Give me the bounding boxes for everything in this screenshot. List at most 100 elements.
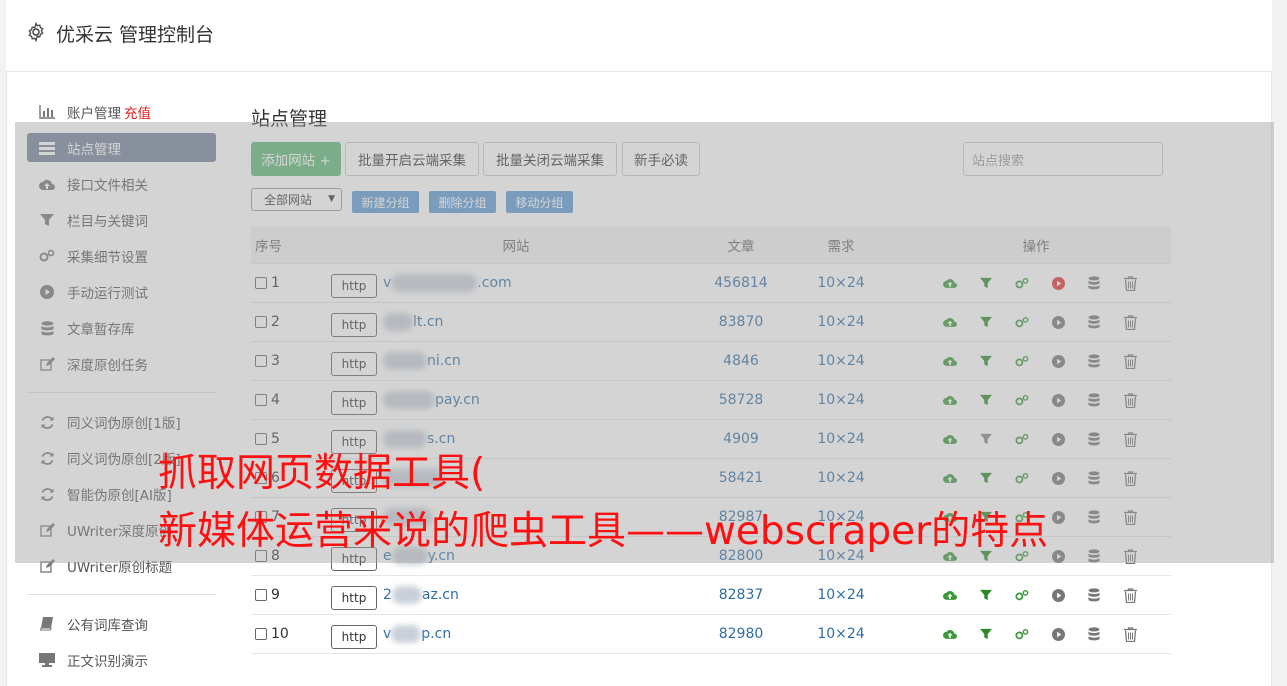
newbie-guide-button[interactable]: 新手必读	[622, 142, 700, 176]
trash-icon[interactable]	[1123, 392, 1137, 408]
play-circle-icon[interactable]	[1051, 354, 1065, 368]
play-circle-icon[interactable]	[1051, 510, 1065, 524]
demand-value[interactable]: 10×24	[781, 587, 901, 603]
site-domain[interactable]: 2 az.cn	[383, 586, 459, 604]
gear-icon[interactable]	[26, 22, 46, 42]
sidebar-item-group1-7[interactable]: 深度原创任务	[27, 346, 216, 382]
database-icon[interactable]	[1087, 510, 1101, 524]
sidebar-item-group3-0[interactable]: 公有词库查询	[27, 606, 216, 642]
sidebar-item-group1-1[interactable]: 站点管理	[27, 133, 216, 162]
article-count[interactable]: 58728	[701, 392, 781, 408]
database-icon[interactable]	[1087, 588, 1101, 602]
sidebar-item-group1-4[interactable]: 采集细节设置	[27, 238, 216, 274]
sidebar-item-group1-5[interactable]: 手动运行测试	[27, 274, 216, 310]
article-count[interactable]: 82980	[701, 626, 781, 642]
article-count[interactable]: 4909	[701, 431, 781, 447]
row-checkbox[interactable]	[255, 589, 267, 601]
article-count[interactable]: 456814	[701, 275, 781, 291]
filter-icon[interactable]	[979, 315, 993, 329]
play-circle-icon[interactable]	[1051, 432, 1065, 446]
http-badge[interactable]: http	[331, 312, 377, 337]
filter-icon[interactable]	[979, 276, 993, 290]
demand-value[interactable]: 10×24	[781, 353, 901, 369]
cloud-upload-icon[interactable]	[943, 354, 957, 368]
trash-icon[interactable]	[1123, 314, 1137, 330]
site-domain[interactable]: v p.cn	[383, 625, 451, 643]
database-icon[interactable]	[1087, 471, 1101, 485]
http-badge[interactable]: http	[331, 585, 377, 610]
gears-icon[interactable]	[1015, 471, 1029, 485]
site-domain[interactable]: lt.cn	[383, 313, 443, 331]
trash-icon[interactable]	[1123, 431, 1137, 447]
sidebar-item-group1-6[interactable]: 文章暂存库	[27, 310, 216, 346]
demand-value[interactable]: 10×24	[781, 392, 901, 408]
database-icon[interactable]	[1087, 393, 1101, 407]
new-group-button[interactable]: 新建分组	[352, 191, 419, 213]
move-group-button[interactable]: 移动分组	[506, 191, 573, 213]
trash-icon[interactable]	[1123, 275, 1137, 291]
row-checkbox[interactable]	[255, 277, 267, 289]
site-domain[interactable]: v .com	[383, 274, 512, 292]
gears-icon[interactable]	[1015, 588, 1029, 602]
database-icon[interactable]	[1087, 549, 1101, 563]
trash-icon[interactable]	[1123, 353, 1137, 369]
row-checkbox[interactable]	[255, 355, 267, 367]
cloud-upload-icon[interactable]	[943, 393, 957, 407]
row-checkbox[interactable]	[255, 316, 267, 328]
sidebar-item-group1-0[interactable]: 账户管理 充值	[27, 94, 216, 130]
gears-icon[interactable]	[1015, 627, 1029, 641]
gears-icon[interactable]	[1015, 432, 1029, 446]
gears-icon[interactable]	[1015, 315, 1029, 329]
cloud-upload-icon[interactable]	[943, 432, 957, 446]
play-circle-icon[interactable]	[1051, 276, 1065, 290]
trash-icon[interactable]	[1123, 587, 1137, 603]
sidebar-item-group2-0[interactable]: 同义词伪原创[1版]	[27, 404, 216, 440]
filter-icon[interactable]	[979, 471, 993, 485]
sidebar-item-group1-2[interactable]: 接口文件相关	[27, 166, 216, 202]
database-icon[interactable]	[1087, 354, 1101, 368]
play-circle-icon[interactable]	[1051, 393, 1065, 407]
gears-icon[interactable]	[1015, 393, 1029, 407]
row-checkbox[interactable]	[255, 394, 267, 406]
demand-value[interactable]: 10×24	[781, 431, 901, 447]
http-badge[interactable]: http	[331, 351, 377, 376]
play-circle-icon[interactable]	[1051, 588, 1065, 602]
article-count[interactable]: 4846	[701, 353, 781, 369]
cloud-upload-icon[interactable]	[943, 276, 957, 290]
database-icon[interactable]	[1087, 276, 1101, 290]
add-site-button[interactable]: 添加网站 +	[251, 142, 341, 176]
filter-icon[interactable]	[979, 588, 993, 602]
cloud-upload-icon[interactable]	[943, 627, 957, 641]
trash-icon[interactable]	[1123, 626, 1137, 642]
play-circle-icon[interactable]	[1051, 627, 1065, 641]
play-circle-icon[interactable]	[1051, 315, 1065, 329]
batch-enable-cloud-button[interactable]: 批量开启云端采集	[345, 142, 479, 176]
site-domain[interactable]: ni.cn	[383, 352, 461, 370]
trash-icon[interactable]	[1123, 509, 1137, 525]
recharge-link[interactable]: 充值	[124, 102, 151, 122]
cloud-upload-icon[interactable]	[943, 588, 957, 602]
database-icon[interactable]	[1087, 432, 1101, 446]
row-checkbox[interactable]	[255, 628, 267, 640]
http-badge[interactable]: http	[331, 390, 377, 415]
batch-disable-cloud-button[interactable]: 批量关闭云端采集	[483, 142, 617, 176]
filter-icon[interactable]	[979, 432, 993, 446]
filter-icon[interactable]	[979, 627, 993, 641]
filter-icon[interactable]	[979, 393, 993, 407]
sidebar-item-group1-3[interactable]: 栏目与关键词	[27, 202, 216, 238]
gears-icon[interactable]	[1015, 354, 1029, 368]
demand-value[interactable]: 10×24	[781, 275, 901, 291]
trash-icon[interactable]	[1123, 548, 1137, 564]
gears-icon[interactable]	[1015, 276, 1029, 290]
site-domain[interactable]: pay.cn	[383, 391, 480, 409]
article-count[interactable]: 82837	[701, 587, 781, 603]
cloud-upload-icon[interactable]	[943, 471, 957, 485]
delete-group-button[interactable]: 删除分组	[429, 191, 496, 213]
filter-icon[interactable]	[979, 354, 993, 368]
demand-value[interactable]: 10×24	[781, 470, 901, 486]
site-search-input[interactable]: 站点搜索	[963, 142, 1163, 176]
group-select[interactable]: 全部网站 ▼	[251, 188, 342, 211]
database-icon[interactable]	[1087, 315, 1101, 329]
article-count[interactable]: 83870	[701, 314, 781, 330]
sidebar-item-group3-1[interactable]: 正文识别演示	[27, 642, 216, 678]
